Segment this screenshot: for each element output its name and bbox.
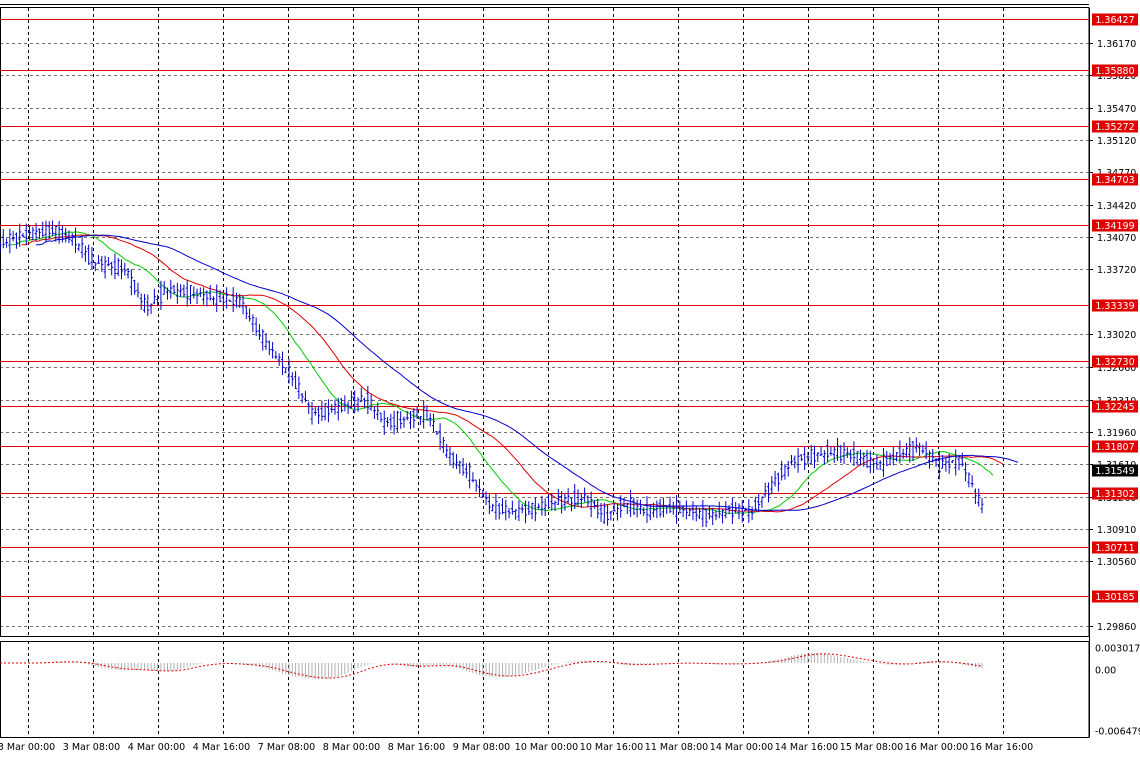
price-tick-label: 1.30560 [1097,557,1136,568]
time-axis: 3 Mar 00:00 3 Mar 08:00 4 Mar 00:00 4 Mar 1… [0,737,1089,753]
price-tick-label: 1.33020 [1097,330,1136,341]
level-label: 1.31302 [1095,489,1134,500]
level-label: 1.36427 [1095,15,1134,26]
price-tick-label: 1.35120 [1097,136,1136,147]
price-tick-label: 1.36170 [1097,39,1136,50]
level-label: 1.30711 [1095,543,1134,554]
price-tick-label: 1.30910 [1097,525,1136,536]
price-tick-label: 1.34420 [1097,201,1136,212]
time-tick-label: 7 Mar 08:00 [258,742,315,753]
time-tick-label: 10 Mar 00:00 [515,742,578,753]
price-tick-label: 1.34070 [1097,233,1136,244]
time-tick-label: 3 Mar 08:00 [63,742,120,753]
time-tick-label: 14 Mar 00:00 [710,742,773,753]
time-tick-label: 4 Mar 00:00 [128,742,185,753]
time-tick-label: 10 Mar 16:00 [580,742,643,753]
level-label: 1.35880 [1095,66,1134,77]
level-label: 1.34199 [1095,221,1134,232]
osc-tick-label: 0.003017 [1095,644,1140,655]
time-tick-label: 16 Mar 16:00 [970,742,1033,753]
time-tick-label: 8 Mar 00:00 [323,742,380,753]
level-label: 1.31807 [1095,442,1134,453]
current-price-label: 1.31549 [1095,466,1134,477]
level-labels: 1.36427 1.35880 1.35272 1.34703 1.34199 1.333… [1092,13,1138,603]
oscillator-panel: 0.003017 0.00 -0.006479 [0,644,1140,738]
level-label: 1.30185 [1095,592,1134,603]
level-label: 1.33339 [1095,301,1134,312]
level-label: 1.35272 [1095,122,1134,133]
price-candles [0,220,984,528]
price-tick-label: 1.31960 [1097,428,1136,439]
ma-mid-line [21,234,1004,513]
moving-averages [10,231,1019,514]
level-label: 1.34703 [1095,175,1134,186]
price-axis: 1.361701.358201.354701.351201.347701.344… [1089,8,1136,737]
time-tick-label: 4 Mar 16:00 [193,742,250,753]
oscillator-frame [0,641,1090,738]
price-tick-label: 1.33720 [1097,265,1136,276]
price-chart[interactable]: 0.0030170.00-0.006479 1.361701.358201.35… [0,0,1140,757]
osc-tick-label: 0.00 [1095,666,1116,677]
level-label: 1.32245 [1095,402,1134,413]
price-tick-label: 1.29860 [1097,622,1136,633]
plot-frame [0,7,1090,637]
price-tick-label: 1.35470 [1097,104,1136,115]
time-tick-label: 15 Mar 08:00 [840,742,903,753]
time-tick-label: 11 Mar 08:00 [645,742,708,753]
level-label: 1.32730 [1095,357,1134,368]
time-tick-label: 8 Mar 16:00 [388,742,445,753]
time-tick-label: 9 Mar 08:00 [453,742,510,753]
osc-tick-label: -0.006479 [1095,727,1140,738]
time-tick-label: 16 Mar 00:00 [905,742,968,753]
time-tick-label: 3 Mar 00:00 [0,742,55,753]
time-tick-label: 14 Mar 16:00 [775,742,838,753]
chart-grid [0,4,1090,738]
